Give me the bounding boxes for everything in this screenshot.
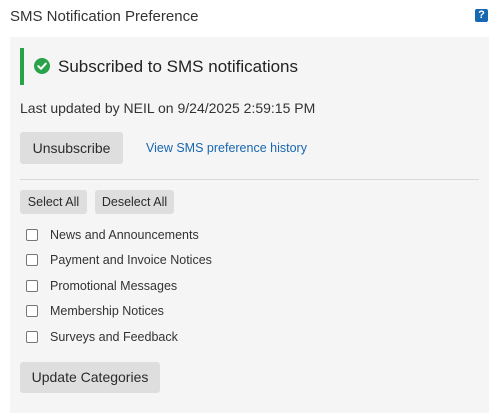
- deselect-all-button[interactable]: Deselect All: [95, 190, 174, 214]
- check-circle-icon: [34, 58, 50, 74]
- category-label: Promotional Messages: [50, 279, 178, 293]
- last-updated-text: Last updated by NEIL on 9/24/2025 2:59:1…: [20, 100, 316, 116]
- category-payment[interactable]: Payment and Invoice Notices: [26, 251, 212, 269]
- category-checkbox[interactable]: [26, 331, 38, 343]
- subscription-status: Subscribed to SMS notifications: [58, 57, 299, 76]
- category-surveys[interactable]: Surveys and Feedback: [26, 328, 178, 346]
- unsubscribe-button[interactable]: Unsubscribe: [20, 132, 123, 164]
- status-accent-bar: [20, 48, 24, 85]
- category-checkbox[interactable]: [26, 254, 38, 266]
- category-checkbox[interactable]: [26, 229, 38, 241]
- category-checkbox[interactable]: [26, 280, 38, 292]
- update-categories-button[interactable]: Update Categories: [20, 362, 160, 393]
- sms-preference-page: SMS Notification Preference ? Subscribed…: [0, 0, 501, 413]
- page-title: SMS Notification Preference: [10, 8, 199, 25]
- category-news[interactable]: News and Announcements: [26, 226, 199, 244]
- category-membership[interactable]: Membership Notices: [26, 302, 164, 320]
- category-label: Membership Notices: [50, 304, 164, 318]
- category-label: News and Announcements: [50, 228, 199, 242]
- category-checkbox[interactable]: [26, 305, 38, 317]
- category-label: Surveys and Feedback: [50, 330, 178, 344]
- category-promotional[interactable]: Promotional Messages: [26, 277, 177, 295]
- sms-history-link[interactable]: View SMS preference history: [146, 140, 307, 156]
- select-all-button[interactable]: Select All: [20, 190, 87, 214]
- category-label: Payment and Invoice Notices: [50, 253, 212, 267]
- help-icon[interactable]: ?: [475, 9, 488, 22]
- divider: [20, 179, 479, 180]
- preference-panel: Subscribed to SMS notifications Last upd…: [10, 37, 489, 413]
